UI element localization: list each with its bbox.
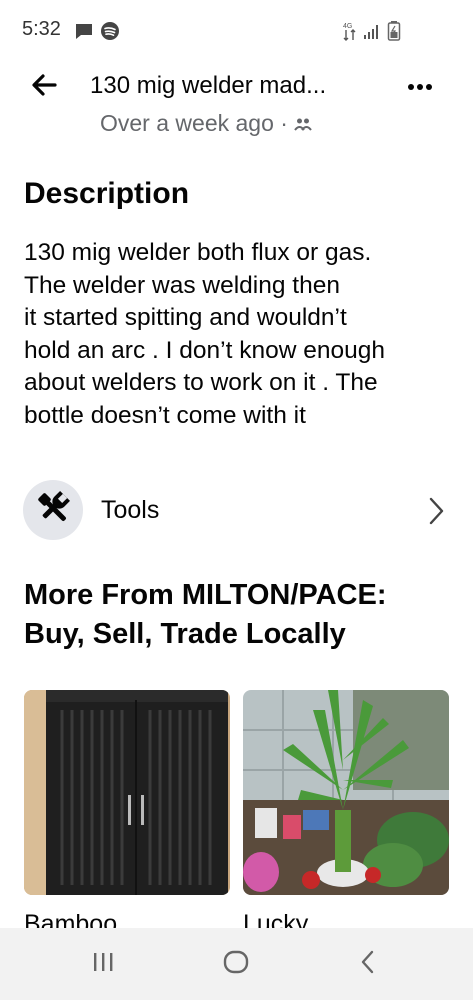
recent-apps-icon [91,950,115,979]
page-title: 130 mig welder mad... [90,72,327,99]
category-row[interactable]: Tools [0,480,473,542]
back-icon [358,949,378,980]
data-arrows-icon: 4G [343,20,357,47]
spotify-icon [100,21,120,46]
more-options-button[interactable] [405,74,435,100]
listing-card[interactable]: Bamboo [24,690,230,938]
black-cabinet-photo [24,690,230,895]
listing-card[interactable]: Lucky [243,690,449,938]
posted-time-text: Over a week ago · [100,112,288,136]
signal-icon [363,22,381,45]
home-icon [223,949,249,980]
battery-icon [387,20,401,47]
status-bar: 5:32 4G [0,0,473,62]
back-button[interactable] [28,72,60,102]
tools-icon [34,489,72,532]
category-label: Tools [101,496,160,524]
description-heading: Description [24,177,190,210]
posted-time: Over a week ago · [100,112,312,138]
back-arrow-icon [31,73,57,101]
description-body: 130 mig welder both flux or gas. The wel… [24,239,385,429]
status-left-icons [74,21,120,46]
friends-icon [294,112,312,138]
system-nav-bar [0,928,473,1000]
svg-text:4G: 4G [343,23,352,30]
status-time: 5:32 [22,18,61,40]
home-button[interactable] [211,946,261,982]
message-icon [74,21,94,46]
recent-apps-button[interactable] [78,946,128,982]
category-icon-circle [23,480,83,540]
system-back-button[interactable] [343,946,393,982]
more-from-heading: More From MILTON/PACE: Buy, Sell, Trade … [24,579,387,650]
chevron-right-icon [427,496,447,526]
status-right-icons: 4G [343,20,401,47]
more-dots-icon [407,78,433,96]
app-header: 130 mig welder mad... [0,62,473,112]
bamboo-plant-photo [243,690,449,895]
